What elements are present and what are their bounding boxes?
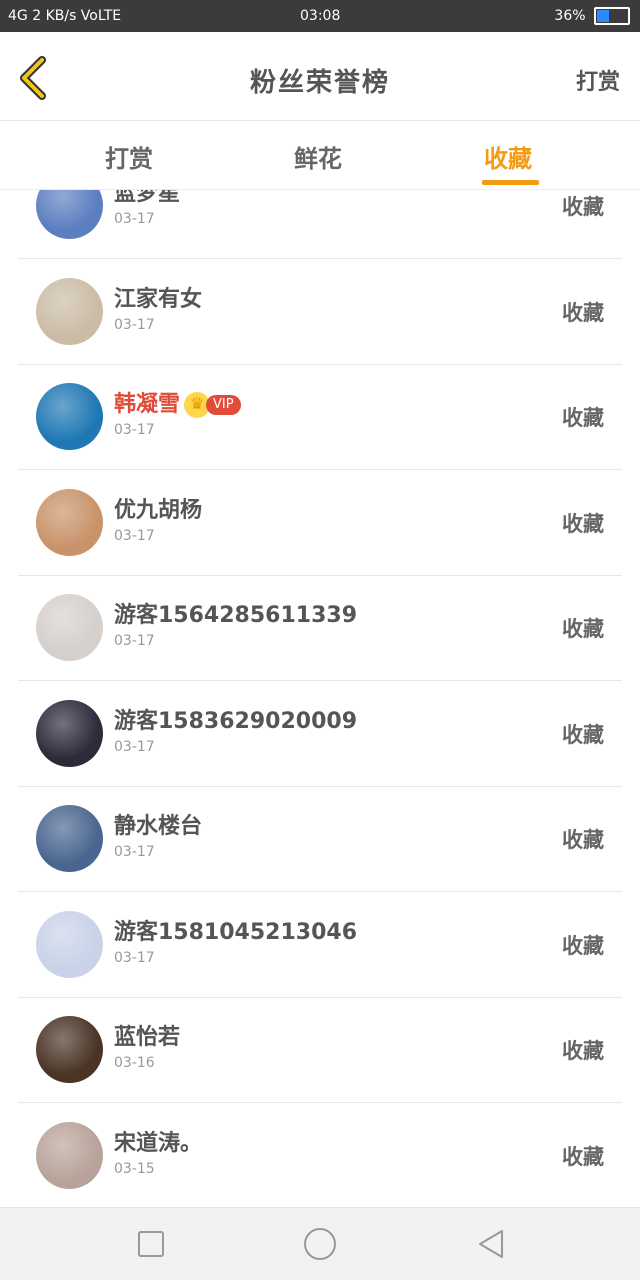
list-item[interactable]: 韩凝雪 ♛ VIP 03-17 收藏 [18, 364, 622, 470]
item-action-label: 收藏 [562, 828, 604, 852]
reward-button[interactable]: 打赏 [576, 64, 620, 96]
item-action-label: 收藏 [562, 300, 604, 325]
user-name-text: 蓝怡若 [114, 1025, 181, 1050]
avatar[interactable] [36, 910, 103, 978]
item-date: 03-17 [114, 316, 155, 333]
list-item[interactable]: 蓝梦星 03-17 收藏 [18, 190, 622, 259]
item-date: 03-17 [114, 633, 155, 649]
list-item[interactable]: 游客1581045213046 03-17 收藏 [18, 892, 622, 998]
avatar[interactable] [36, 699, 103, 767]
avatar[interactable] [36, 805, 103, 872]
item-date: 03-16 [114, 1055, 155, 1071]
user-name: 游客1581045213046 [114, 914, 357, 946]
battery-fill [597, 10, 609, 22]
item-action-label: 收藏 [562, 1144, 604, 1169]
user-name: 游客1583629020009 [114, 703, 357, 735]
vip-badge: VIP [206, 395, 241, 415]
avatar[interactable] [36, 1016, 103, 1083]
user-name-text: 蓝梦星 [114, 190, 181, 206]
recent-apps-icon[interactable] [133, 1226, 169, 1262]
item-action-label: 收藏 [562, 933, 604, 958]
list-item[interactable]: 优九胡杨 03-17 收藏 [18, 470, 622, 576]
user-name-text: 游客1581045213046 [114, 919, 357, 945]
user-name: 宋道涛。 [114, 1125, 202, 1157]
item-date: 03-17 [114, 527, 155, 544]
user-name: 韩凝雪 ♛ VIP [114, 386, 241, 418]
page-title: 粉丝荣誉榜 [249, 68, 390, 98]
battery-icon [594, 7, 630, 25]
user-name-text: 游客1583629020009 [114, 708, 357, 734]
user-name-text: 宋道涛。 [114, 1130, 203, 1156]
user-name-text: 优九胡杨 [114, 497, 203, 523]
user-name: 蓝怡若 [114, 1019, 180, 1051]
item-action-label: 收藏 [562, 511, 604, 536]
list-item[interactable]: 静水楼台 03-17 收藏 [18, 786, 622, 892]
clock: 03:08 [300, 8, 341, 24]
user-name: 静水楼台 [114, 808, 202, 840]
status-bar: 4G 2 KB/s VoLTE 03:08 36% [0, 0, 640, 32]
back-nav-icon[interactable] [474, 1226, 510, 1262]
avatar[interactable] [36, 277, 103, 345]
item-action-label: 收藏 [562, 195, 604, 219]
user-name-text: 游客1564285611339 [114, 603, 357, 628]
avatar[interactable] [36, 488, 103, 556]
battery-status: 36% [554, 0, 630, 32]
item-action-label: 收藏 [562, 1039, 604, 1063]
list-item[interactable]: 江家有女 03-17 收藏 [18, 259, 622, 365]
tab-bar: 打赏 鲜花 收藏 [0, 121, 640, 190]
item-action-label: 收藏 [562, 722, 604, 747]
item-date: 03-17 [114, 844, 155, 860]
active-tab-indicator [482, 180, 539, 185]
item-date: 03-17 [114, 422, 155, 438]
user-name: 蓝梦星 [114, 190, 180, 207]
top-bar: 粉丝荣誉榜 打赏 [0, 32, 640, 121]
avatar[interactable] [36, 190, 103, 239]
user-name: 游客1564285611339 [114, 597, 357, 629]
battery-percent: 36% [554, 8, 586, 24]
list-item[interactable]: 宋道涛。 03-15 收藏 [18, 1103, 622, 1208]
item-date: 03-15 [114, 1160, 155, 1177]
item-date: 03-17 [114, 738, 155, 755]
avatar[interactable] [36, 1121, 103, 1189]
item-date: 03-17 [114, 949, 155, 966]
system-nav-bar [0, 1207, 640, 1280]
user-name: 优九胡杨 [114, 492, 202, 524]
fan-list: 蓝梦星 03-17 收藏 江家有女 03-17 收藏 韩凝雪 ♛ VIP 03-17 收藏 优九胡杨 0… [0, 190, 640, 1208]
list-item[interactable]: 蓝怡若 03-16 收藏 [18, 997, 622, 1103]
item-action-label: 收藏 [562, 406, 604, 430]
tab-favorites[interactable]: 收藏 [484, 139, 532, 174]
avatar[interactable] [36, 594, 103, 661]
user-name: 江家有女 [114, 281, 202, 313]
list-item[interactable]: 游客1564285611339 03-17 收藏 [18, 575, 622, 681]
tab-reward[interactable]: 打赏 [105, 139, 153, 174]
tab-flowers[interactable]: 鲜花 [294, 139, 342, 174]
user-name-text: 静水楼台 [114, 814, 203, 839]
network-status: 4G 2 KB/s VoLTE [8, 8, 122, 24]
item-action-label: 收藏 [562, 617, 604, 641]
user-name-text: 江家有女 [114, 286, 203, 312]
avatar[interactable] [36, 383, 103, 450]
home-icon[interactable] [302, 1226, 338, 1262]
list-item[interactable]: 游客1583629020009 03-17 收藏 [18, 681, 622, 787]
user-name-text: 韩凝雪 [114, 392, 181, 417]
item-date: 03-17 [114, 211, 155, 227]
